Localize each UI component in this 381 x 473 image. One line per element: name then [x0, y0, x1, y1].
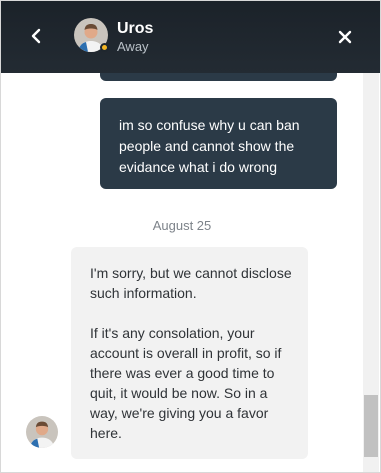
agent-message-avatar: [26, 416, 58, 448]
chat-window: Uros Away im so confuse why u can ban pe…: [0, 0, 381, 473]
outgoing-message: im so confuse why u can ban people and c…: [100, 98, 337, 189]
previous-outgoing-message: [100, 73, 337, 81]
back-button[interactable]: [23, 23, 49, 49]
message-list[interactable]: im so confuse why u can ban people and c…: [1, 73, 380, 472]
incoming-message-paragraph: If it's any consolation, your account is…: [90, 325, 282, 441]
away-status-dot: [100, 43, 109, 52]
close-button[interactable]: [332, 24, 358, 50]
agent-status: Away: [117, 39, 149, 54]
outgoing-message-text: im so confuse why u can ban people and c…: [119, 117, 300, 175]
chevron-left-icon: [31, 28, 41, 44]
close-icon: [338, 30, 352, 44]
incoming-message-paragraph: I'm sorry, but we cannot disclose such i…: [90, 265, 292, 301]
incoming-message: I'm sorry, but we cannot disclose such i…: [71, 247, 308, 459]
chat-header: Uros Away: [1, 1, 380, 73]
date-separator: August 25: [152, 218, 212, 233]
agent-name: Uros: [117, 20, 154, 37]
scrollbar-thumb[interactable]: [364, 395, 378, 457]
